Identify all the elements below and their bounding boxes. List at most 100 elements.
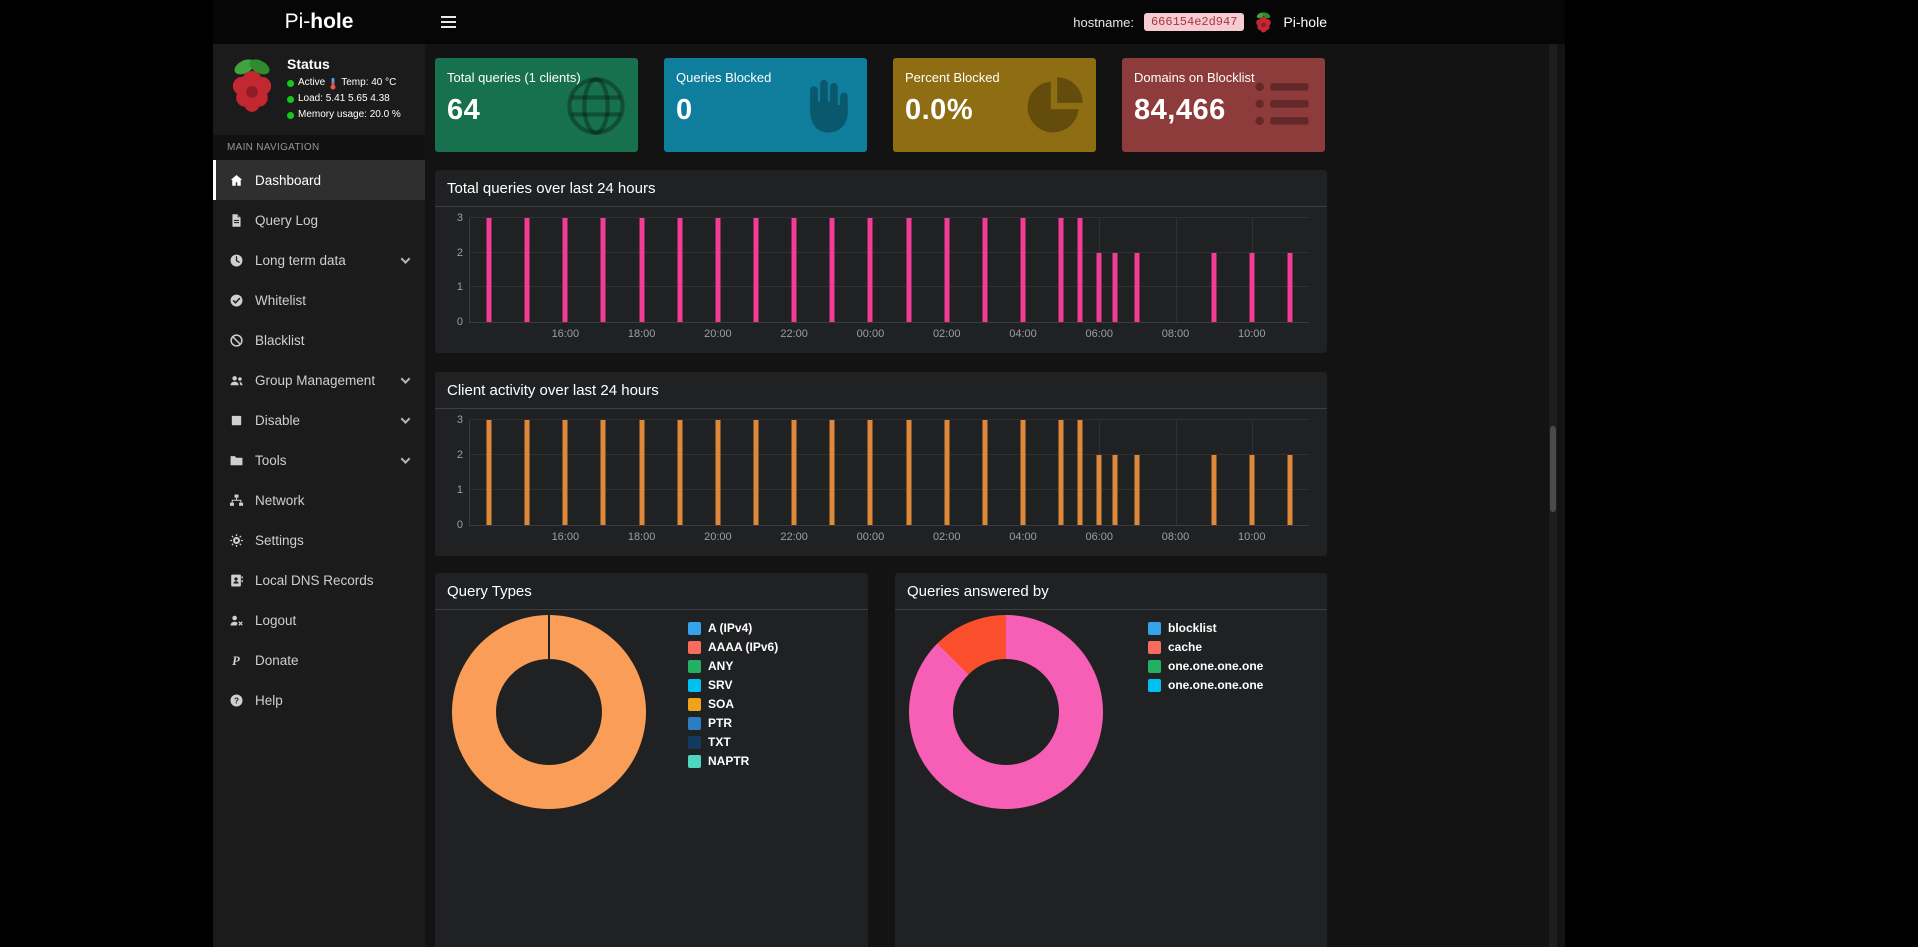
pihole-home-link[interactable]: Pi-hole [1283, 14, 1327, 30]
bar [1059, 420, 1064, 525]
query-types-donut [452, 615, 646, 809]
sidebar-item-logout[interactable]: Logout [213, 600, 425, 640]
hostname-label: hostname: [1073, 15, 1134, 30]
client-activity-chart[interactable]: 012316:0018:0020:0022:0000:0002:0004:000… [445, 416, 1311, 550]
sidebar-item-label: Disable [255, 413, 300, 428]
sidebar-item-network[interactable]: Network [213, 480, 425, 520]
sidebar-toggle-button[interactable] [441, 0, 456, 44]
panel-title-query-types: Query Types [447, 583, 532, 600]
x-tick-label: 16:00 [552, 531, 580, 543]
legend-label: ANY [708, 659, 733, 673]
gears-icon [229, 533, 244, 548]
sidebar-item-label: Settings [255, 533, 304, 548]
legend-item-any: ANY [688, 659, 778, 673]
sidebar-item-label: Local DNS Records [255, 573, 374, 588]
status-block: Status Active Temp: 40 °C Load: 5.41 5.6… [287, 56, 401, 123]
brand-suffix: hole [310, 10, 353, 34]
client-activity-plot[interactable]: 012316:0018:0020:0022:0000:0002:0004:000… [469, 420, 1309, 526]
slice-boundary [548, 615, 550, 712]
sidebar-item-label: Long term data [255, 253, 346, 268]
total-queries-chart[interactable]: 012316:0018:0020:0022:0000:0002:0004:000… [445, 214, 1311, 347]
bar [639, 420, 644, 525]
clock-icon [229, 253, 244, 268]
sidebar-item-query-log[interactable]: Query Log [213, 200, 425, 240]
sidebar: Status Active Temp: 40 °C Load: 5.41 5.6… [213, 44, 425, 947]
legend-label: NAPTR [708, 754, 749, 768]
legend-swatch [688, 641, 701, 654]
x-tick-label: 00:00 [857, 328, 885, 340]
y-gridline [470, 217, 1309, 218]
sidebar-item-long-term-data[interactable]: Long term data [213, 240, 425, 280]
sidebar-item-disable[interactable]: Disable [213, 400, 425, 440]
sidebar-item-group-management[interactable]: Group Management [213, 360, 425, 400]
bar [944, 218, 949, 322]
sidebar-item-tools[interactable]: Tools [213, 440, 425, 480]
x-tick-label: 16:00 [552, 328, 580, 340]
bar [906, 420, 911, 525]
y-tick-label: 1 [457, 484, 463, 496]
x-tick-label: 02:00 [933, 531, 961, 543]
bar [792, 420, 797, 525]
bar [982, 218, 987, 322]
pihole-raspberry-logo [227, 56, 277, 114]
sidebar-item-settings[interactable]: Settings [213, 520, 425, 560]
pie-chart-icon [1020, 72, 1088, 140]
queries-answered-by-panel: Queries answered by blocklistcacheone.on… [895, 573, 1327, 947]
bar [792, 218, 797, 322]
x-tick-label: 20:00 [704, 328, 732, 340]
status-title: Status [287, 56, 401, 72]
queries-answered-by-legend: blocklistcacheone.one.one.oneone.one.one… [1148, 621, 1263, 697]
users-icon [229, 373, 244, 388]
x-tick-label: 08:00 [1162, 328, 1190, 340]
status-active-label: Active [298, 75, 325, 91]
y-tick-label: 0 [457, 519, 463, 531]
legend-item-ptr: PTR [688, 716, 778, 730]
x-tick-label: 04:00 [1009, 328, 1037, 340]
sidebar-item-local-dns-records[interactable]: Local DNS Records [213, 560, 425, 600]
list-icon [1249, 72, 1317, 140]
legend-label: SOA [708, 697, 734, 711]
raspberry-icon [1254, 11, 1273, 33]
legend-label: SRV [708, 678, 732, 692]
legend-swatch [688, 717, 701, 730]
chevron-down-icon [401, 454, 411, 464]
total-queries-plot[interactable]: 012316:0018:0020:0022:0000:0002:0004:000… [469, 218, 1309, 323]
thermometer-icon [329, 77, 337, 90]
panel-title-queries-answered-by: Queries answered by [907, 583, 1049, 600]
sidebar-item-dashboard[interactable]: Dashboard [213, 160, 425, 200]
x-tick-label: 22:00 [780, 328, 808, 340]
x-tick-label: 10:00 [1238, 328, 1266, 340]
sidebar-item-donate[interactable]: PDonate [213, 640, 425, 680]
sidebar-item-whitelist[interactable]: Whitelist [213, 280, 425, 320]
sidebar-item-label: Tools [255, 453, 287, 468]
legend-swatch [688, 622, 701, 635]
x-tick-label: 04:00 [1009, 531, 1037, 543]
legend-label: one.one.one.one [1168, 678, 1263, 692]
bar [1135, 253, 1140, 322]
query-types-legend: A (IPv4)AAAA (IPv6)ANYSRVSOAPTRTXTNAPTR [688, 621, 778, 773]
legend-label: PTR [708, 716, 732, 730]
globe-icon [562, 72, 630, 140]
bar [1287, 253, 1292, 322]
pihole-admin-app: Pi-hole hostname: 666154e2d947 Pi-hole S… [213, 0, 1565, 947]
domains-blocklist-card: Domains on Blocklist84,466 [1122, 58, 1325, 152]
bar [1249, 455, 1254, 525]
bar [487, 218, 492, 322]
legend-item-aaaa-ipv6: AAAA (IPv6) [688, 640, 778, 654]
scrollbar-thumb[interactable] [1550, 426, 1556, 512]
legend-swatch [1148, 622, 1161, 635]
y-tick-label: 3 [457, 414, 463, 426]
y-tick-label: 0 [457, 316, 463, 328]
legend-swatch [1148, 679, 1161, 692]
sidebar-item-label: Network [255, 493, 305, 508]
donut-hole [953, 659, 1059, 765]
vertical-scrollbar[interactable] [1549, 44, 1557, 947]
x-tick-label: 08:00 [1162, 531, 1190, 543]
legend-label: A (IPv4) [708, 621, 752, 635]
bar [1113, 455, 1118, 525]
panel-title-client-activity: Client activity over last 24 hours [447, 382, 659, 399]
sidebar-item-help[interactable]: ?Help [213, 680, 425, 720]
brand-logo[interactable]: Pi-hole [213, 0, 425, 44]
legend-item-soa: SOA [688, 697, 778, 711]
sidebar-item-blacklist[interactable]: Blacklist [213, 320, 425, 360]
